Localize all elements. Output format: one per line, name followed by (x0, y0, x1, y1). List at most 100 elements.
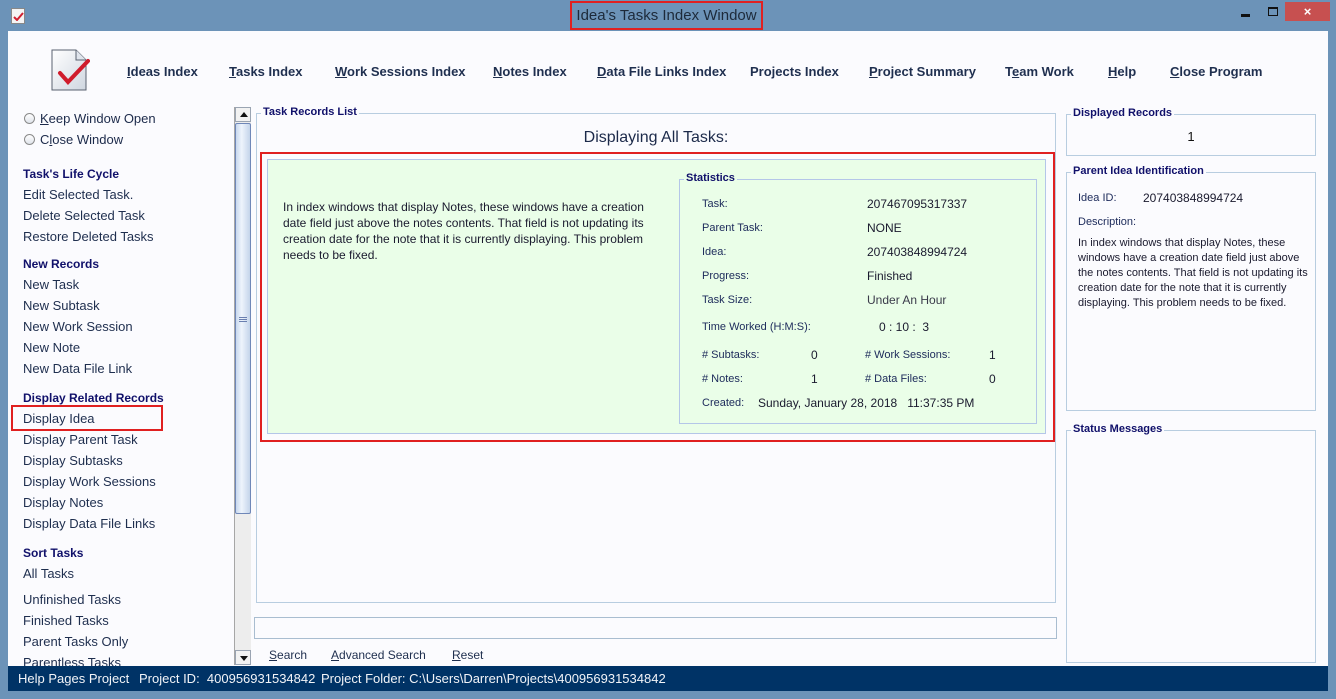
created-label: Created: (702, 397, 745, 409)
parent-idea-identification-group: Parent Idea Identification Idea ID: 2074… (1066, 165, 1316, 411)
data-files-label: # Data Files: (865, 373, 927, 385)
menu-project-summary[interactable]: Project Summary (869, 64, 976, 79)
nav-display-data-file-links[interactable]: Display Data File Links (23, 516, 155, 531)
client-area: Ideas Index Tasks Index Work Sessions In… (8, 31, 1328, 666)
parent-idea-title: Parent Idea Identification (1071, 165, 1206, 177)
description-label: Description: (1078, 216, 1137, 228)
nav-display-parent-task[interactable]: Display Parent Task (23, 432, 138, 447)
project-folder: Project Folder: C:\Users\Darren\Projects… (321, 671, 666, 686)
radio-circle-icon (24, 134, 35, 145)
progress-value: Finished (867, 269, 913, 283)
task-id-value: 207467095317337 (867, 197, 968, 211)
nav-unfinished-tasks[interactable]: Unfinished Tasks (23, 592, 121, 607)
task-id-label: Task: (702, 198, 728, 210)
display-idea-annotation-box (11, 405, 163, 431)
nav-display-work-sessions[interactable]: Display Work Sessions (23, 474, 156, 489)
nav-heading-display-related-records: Display Related Records (23, 391, 164, 405)
keep-window-open-radio[interactable]: Keep Window Open (24, 111, 156, 126)
menu-tasks-index[interactable]: Tasks Index (229, 64, 302, 79)
project-id: Project ID: 400956931534842 (139, 671, 316, 686)
grip-icon (239, 317, 247, 322)
minimize-icon (1240, 14, 1250, 17)
nav-new-task[interactable]: New Task (23, 277, 79, 292)
status-messages-group: Status Messages (1066, 423, 1316, 663)
displayed-records-group: Displayed Records 1 (1066, 107, 1316, 156)
menu-projects-index[interactable]: Projects Index (750, 64, 839, 79)
nav-new-subtask[interactable]: New Subtask (23, 298, 100, 313)
subtasks-value: 0 (811, 348, 818, 362)
created-value: Sunday, January 28, 2018 11:37:35 PM (758, 396, 975, 410)
radio-circle-icon (24, 113, 35, 124)
parent-task-label: Parent Task: (702, 222, 763, 234)
nav-heading-task-life-cycle: Task's Life Cycle (23, 167, 120, 181)
project-name: Help Pages Project (18, 671, 130, 686)
scroll-down-arrow-icon[interactable] (235, 650, 251, 665)
nav-edit-selected-task[interactable]: Edit Selected Task. (23, 187, 133, 202)
window-title: Idea's Tasks Index Window (570, 1, 763, 30)
task-document-logo-icon (50, 48, 90, 92)
left-nav-scrollbar[interactable] (234, 107, 251, 665)
nav-delete-selected-task[interactable]: Delete Selected Task (23, 208, 145, 223)
scrollbar-thumb[interactable] (235, 123, 251, 514)
nav-new-note[interactable]: New Note (23, 340, 80, 355)
time-worked-value: 0 : 10 : 3 (879, 320, 930, 334)
status-messages-title: Status Messages (1071, 423, 1165, 435)
scroll-up-arrow-icon[interactable] (235, 107, 251, 122)
notes-value: 1 (811, 372, 818, 386)
nav-parentless-tasks[interactable]: Parentless Tasks (23, 655, 121, 666)
maximize-button[interactable] (1260, 2, 1286, 21)
menu-data-file-links-index[interactable]: Data File Links Index (597, 64, 726, 79)
progress-label: Progress: (702, 270, 750, 282)
nav-display-subtasks[interactable]: Display Subtasks (23, 453, 123, 468)
advanced-search-button[interactable]: Advanced Search (331, 648, 426, 662)
search-button[interactable]: Search (269, 648, 307, 662)
parent-idea-description: In index windows that display Notes, the… (1078, 237, 1308, 309)
search-input[interactable] (254, 617, 1057, 639)
nav-all-tasks[interactable]: All Tasks (23, 566, 74, 581)
idea-label: Idea: (702, 246, 727, 258)
task-description: In index windows that display Notes, the… (283, 200, 644, 262)
nav-new-work-session[interactable]: New Work Session (23, 319, 133, 334)
displaying-heading: Displaying All Tasks: (583, 129, 729, 146)
maximize-icon (1268, 7, 1278, 16)
app-checkmark-icon[interactable] (11, 8, 25, 24)
work-sessions-label: # Work Sessions: (865, 349, 951, 361)
idea-value: 207403848994724 (867, 245, 968, 259)
task-size-label: Task Size: (702, 294, 753, 306)
menu-team-work[interactable]: Team Work (1005, 64, 1074, 79)
work-sessions-value: 1 (989, 348, 996, 362)
task-records-list-title: Task Records List (261, 106, 359, 118)
nav-new-data-file-link[interactable]: New Data File Link (23, 361, 132, 376)
status-bar: Help Pages Project Project ID: 400956931… (8, 666, 1328, 691)
menu-work-sessions-index[interactable]: Work Sessions Index (335, 64, 466, 79)
data-files-value: 0 (989, 372, 996, 386)
nav-display-notes[interactable]: Display Notes (23, 495, 103, 510)
displayed-records-count: 1 (1187, 129, 1195, 144)
close-button[interactable]: × (1285, 2, 1330, 21)
notes-label: # Notes: (702, 373, 743, 385)
task-size-value: Under An Hour (867, 293, 947, 307)
menu-ideas-index[interactable]: Ideas Index (127, 64, 198, 79)
reset-button[interactable]: Reset (452, 648, 483, 662)
idea-id-label: Idea ID: (1078, 192, 1117, 204)
menu-help[interactable]: Help (1108, 64, 1136, 79)
close-icon: × (1303, 4, 1312, 19)
nav-heading-sort-tasks: Sort Tasks (23, 546, 84, 560)
nav-parent-tasks-only[interactable]: Parent Tasks Only (23, 634, 128, 649)
nav-restore-deleted-tasks[interactable]: Restore Deleted Tasks (23, 229, 154, 244)
subtasks-label: # Subtasks: (702, 349, 760, 361)
nav-finished-tasks[interactable]: Finished Tasks (23, 613, 109, 628)
menu-notes-index[interactable]: Notes Index (493, 64, 567, 79)
close-window-radio[interactable]: Close Window (24, 132, 123, 147)
menu-close-program[interactable]: Close Program (1170, 64, 1262, 79)
nav-heading-new-records: New Records (23, 257, 100, 271)
time-worked-label: Time Worked (H:M:S): (702, 321, 811, 333)
minimize-button[interactable] (1232, 2, 1258, 21)
parent-task-value: NONE (867, 221, 902, 235)
task-record-card[interactable]: In index windows that display Notes, the… (267, 159, 1046, 434)
idea-id-value: 207403848994724 (1143, 191, 1244, 205)
statistics-title: Statistics (684, 172, 737, 184)
title-bar[interactable]: Idea's Tasks Index Window × (0, 0, 1336, 31)
displayed-records-title: Displayed Records (1071, 107, 1175, 119)
statistics-group: Statistics Task: 207467095317337 Parent … (679, 172, 1037, 424)
